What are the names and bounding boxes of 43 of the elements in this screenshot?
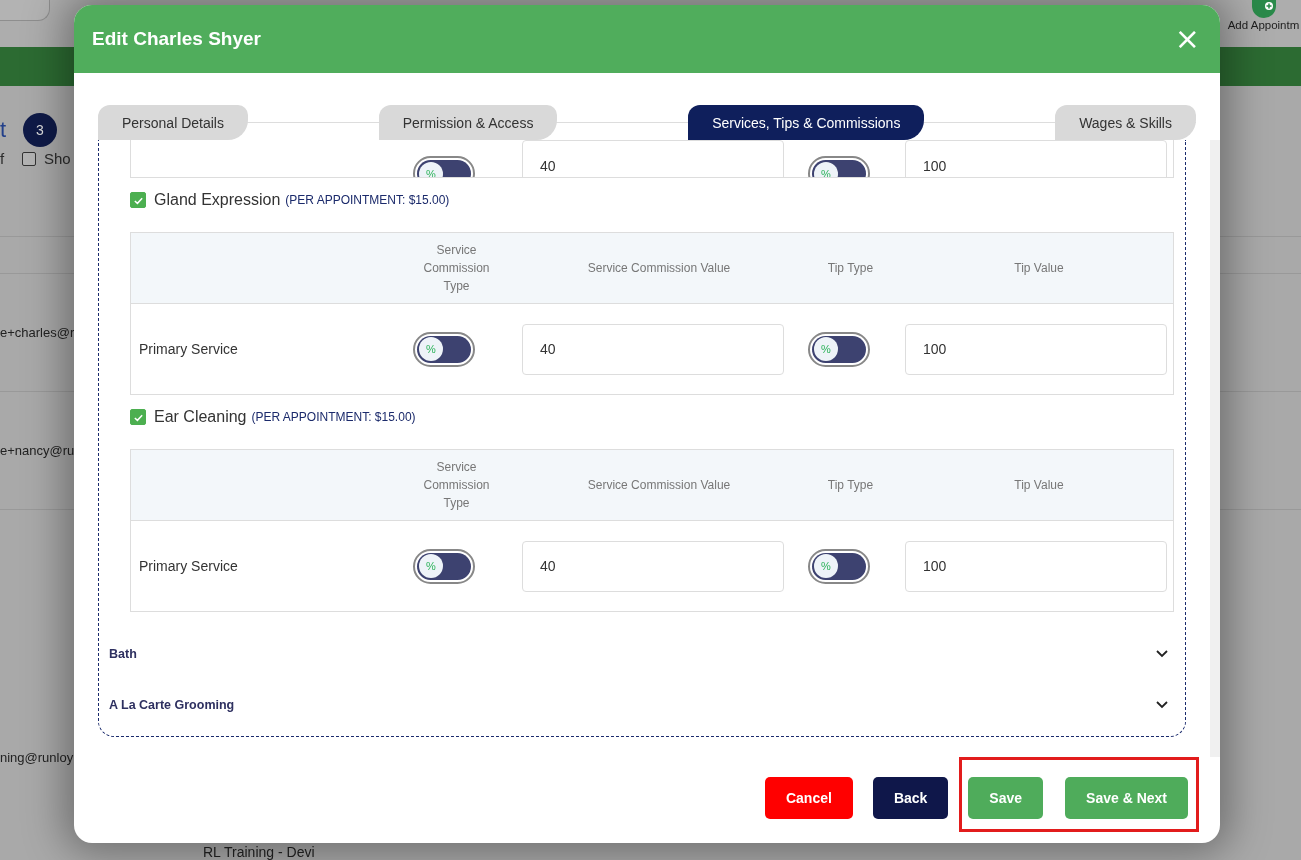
filter-label: f bbox=[0, 150, 6, 167]
input-field[interactable]: 100 bbox=[905, 140, 1167, 177]
input-field[interactable]: 40 bbox=[522, 140, 784, 177]
add-appointment-label[interactable]: Add Appointm bbox=[1227, 19, 1300, 31]
search-field[interactable] bbox=[0, 0, 50, 21]
page-title: t bbox=[0, 117, 8, 143]
column-header: Tip Type bbox=[826, 477, 875, 494]
tab[interactable]: Personal Details bbox=[98, 105, 248, 140]
input-field[interactable]: 40 bbox=[522, 540, 784, 592]
column-header: Service Commission Value bbox=[586, 477, 732, 494]
action-button[interactable]: Cancel bbox=[764, 777, 853, 819]
input-field[interactable]: 40 bbox=[522, 323, 784, 375]
checkbox[interactable] bbox=[130, 192, 146, 208]
price-note: (PER APPOINTMENT: $15.00) bbox=[285, 193, 450, 207]
column-header: Tip Value bbox=[1013, 260, 1065, 277]
column-header: Service Commission Value bbox=[586, 260, 732, 277]
email-text: e+charles@r bbox=[0, 325, 75, 340]
category-header[interactable]: A La Carte Grooming bbox=[109, 697, 235, 712]
column-header: Service Commission Type bbox=[422, 242, 491, 295]
service-name: Gland Expression bbox=[154, 191, 281, 209]
checkbox[interactable] bbox=[22, 151, 36, 166]
count-badge: 3 bbox=[23, 113, 57, 147]
modal-title: Edit Charles Shyer bbox=[92, 28, 261, 50]
row-label: Primary Service bbox=[138, 341, 238, 357]
price-note: (PER APPOINTMENT: $15.00) bbox=[251, 410, 416, 424]
input-field[interactable]: 100 bbox=[905, 323, 1167, 375]
email-text: e+nancy@ru bbox=[0, 443, 75, 458]
category-header[interactable]: Bath bbox=[109, 646, 137, 661]
scrollbar[interactable] bbox=[1210, 140, 1220, 757]
tab[interactable]: Services, Tips & Commissions bbox=[688, 105, 925, 140]
column-header: Tip Type bbox=[826, 260, 875, 277]
column-header: Service Commission Type bbox=[422, 459, 491, 512]
tab[interactable]: Wages & Skills bbox=[1055, 105, 1196, 140]
column-header: Tip Value bbox=[1013, 477, 1065, 494]
list-text: RL Training - Devi bbox=[203, 844, 316, 860]
row-label: Primary Service bbox=[138, 558, 238, 574]
email-text: ning@runloy bbox=[0, 750, 74, 765]
tab[interactable]: Permission & Access bbox=[378, 105, 558, 140]
service-name: Ear Cleaning bbox=[154, 408, 247, 426]
checkbox-label: Sho bbox=[44, 150, 71, 167]
action-button[interactable]: Back bbox=[872, 777, 949, 819]
checkbox[interactable] bbox=[130, 409, 146, 425]
input-field[interactable]: 100 bbox=[905, 540, 1167, 592]
